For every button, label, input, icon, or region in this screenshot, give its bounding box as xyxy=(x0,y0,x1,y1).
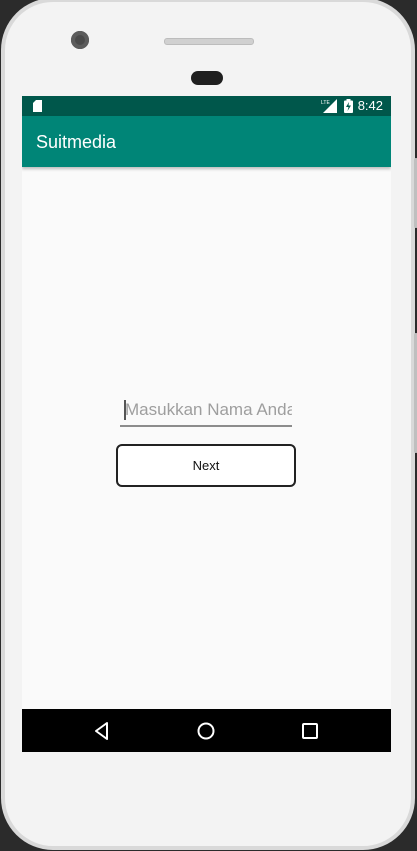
battery-charging-icon xyxy=(344,99,353,113)
lte-signal-icon: LTE xyxy=(321,99,337,113)
text-cursor xyxy=(124,400,126,420)
status-clock: 8:42 xyxy=(357,98,383,113)
home-icon[interactable] xyxy=(195,720,217,742)
recents-icon[interactable] xyxy=(299,720,321,742)
next-button[interactable]: Next xyxy=(116,444,296,487)
status-bar: LTE 8:42 xyxy=(22,96,391,116)
app-bar: Suitmedia xyxy=(22,116,391,167)
navigation-bar xyxy=(22,709,391,752)
sd-card-icon xyxy=(33,100,42,112)
app-title: Suitmedia xyxy=(36,132,117,152)
earpiece xyxy=(191,71,223,85)
front-camera xyxy=(71,31,89,49)
device-screen: LTE 8:42 Suitmedia Next xyxy=(22,96,391,752)
svg-text:LTE: LTE xyxy=(321,100,330,106)
speaker-grill xyxy=(164,38,254,45)
name-field[interactable] xyxy=(120,395,292,427)
back-icon[interactable] xyxy=(91,720,113,742)
name-input[interactable] xyxy=(120,395,292,425)
